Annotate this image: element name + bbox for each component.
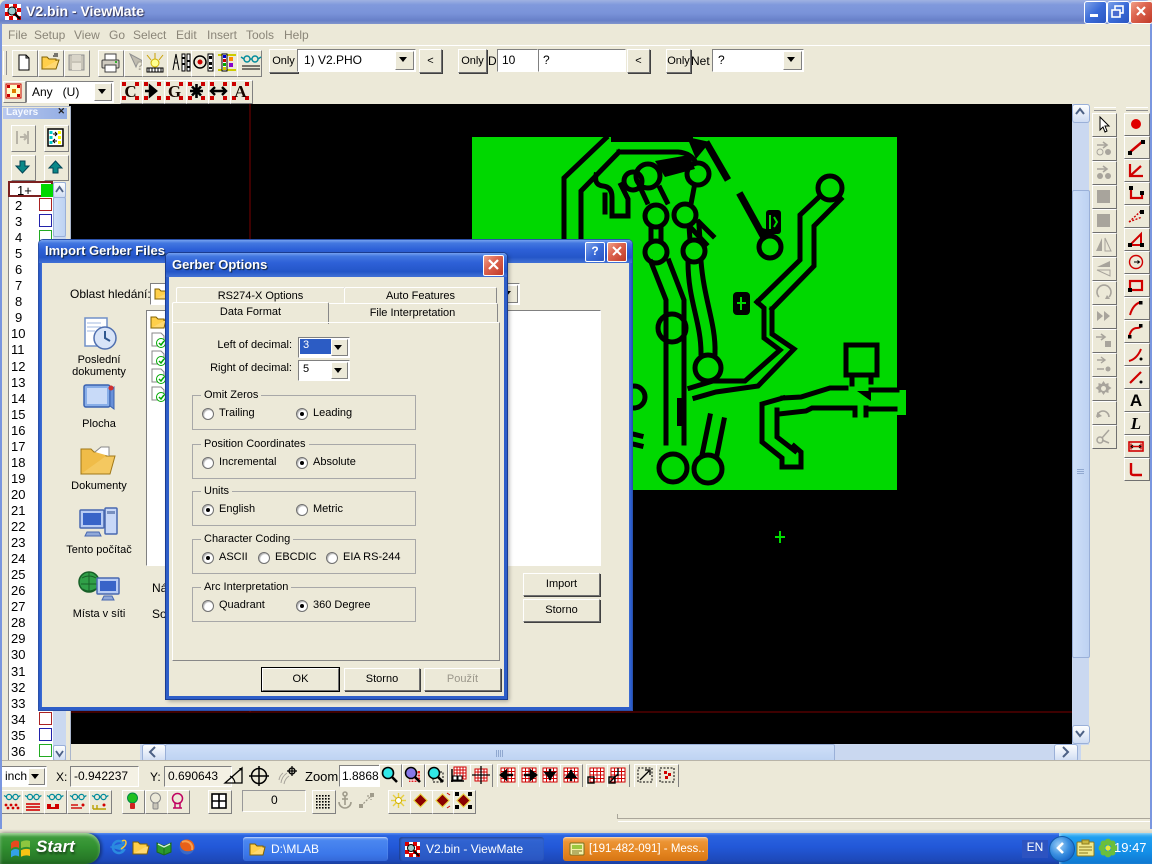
svg-text:C: C — [124, 82, 136, 101]
svg-text:A: A — [1130, 391, 1142, 410]
svg-text:L: L — [1130, 414, 1141, 433]
svg-text:A: A — [234, 82, 247, 101]
svg-text:G: G — [168, 82, 181, 101]
